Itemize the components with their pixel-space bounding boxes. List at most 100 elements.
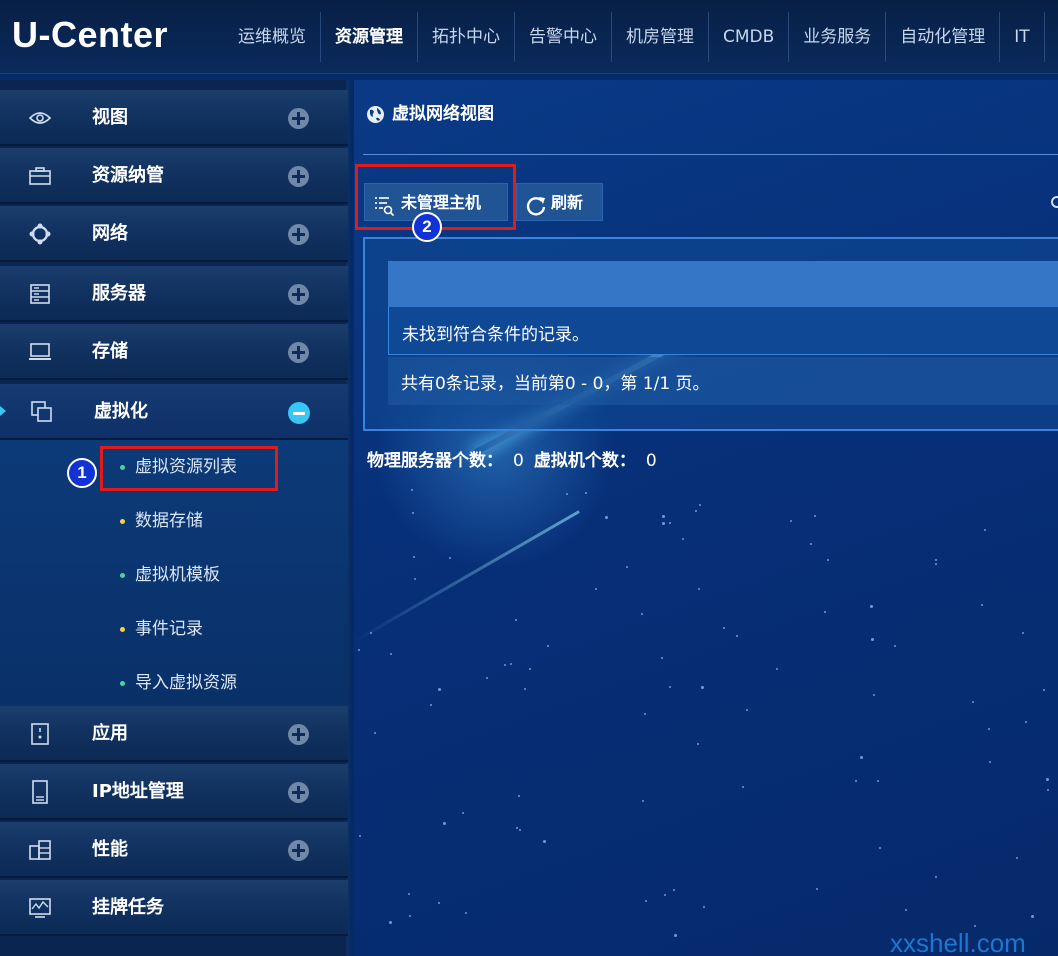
main-nav: 运维概览 资源管理 拓扑中心 告警中心 机房管理 CMDB 业务服务 自动化管理… bbox=[224, 12, 1045, 62]
sidebar-item-server[interactable]: 服务器 bbox=[0, 266, 348, 322]
background-star bbox=[605, 516, 608, 519]
nav-item-resource-management[interactable]: 资源管理 bbox=[321, 12, 418, 62]
plus-icon[interactable] bbox=[288, 108, 309, 129]
background-star bbox=[438, 688, 441, 691]
sidebar-item-resource-onboarding[interactable]: 资源纳管 bbox=[0, 148, 348, 204]
eye-icon bbox=[28, 106, 52, 130]
performance-icon bbox=[28, 838, 52, 862]
submenu-item-label: 数据存储 bbox=[135, 511, 203, 531]
plus-icon[interactable] bbox=[288, 342, 309, 363]
background-star bbox=[873, 694, 875, 696]
plus-icon[interactable] bbox=[288, 840, 309, 861]
background-star bbox=[855, 780, 857, 782]
sidebar-item-label: 挂牌任务 bbox=[92, 897, 164, 918]
sidebar-item-performance[interactable]: 性能 bbox=[0, 822, 348, 878]
plus-icon[interactable] bbox=[288, 166, 309, 187]
sidebar-item-ip-address-management[interactable]: IP地址管理 bbox=[0, 764, 348, 820]
background-star bbox=[413, 556, 415, 558]
background-star bbox=[742, 786, 744, 788]
background-light-streak bbox=[354, 510, 580, 643]
background-star bbox=[529, 668, 531, 670]
background-star bbox=[746, 709, 748, 711]
step-badge-1: 1 bbox=[67, 458, 97, 488]
sidebar-item-virtualization[interactable]: 虚拟化 bbox=[0, 384, 348, 440]
background-star bbox=[1046, 778, 1049, 781]
background-star bbox=[642, 800, 644, 802]
app-logo: U-Center bbox=[12, 14, 169, 55]
sidebar-item-label: 存储 bbox=[92, 341, 128, 362]
background-star bbox=[524, 688, 526, 690]
table-empty-row: 未找到符合条件的记录。 bbox=[388, 307, 1058, 355]
background-star bbox=[430, 704, 432, 706]
pagination-text: 共有0条记录，当前第0 - 0，第 1/1 页。 bbox=[401, 374, 710, 394]
background-star bbox=[438, 902, 440, 904]
background-star bbox=[981, 604, 983, 606]
background-star bbox=[519, 829, 521, 831]
nav-item-ops-overview[interactable]: 运维概览 bbox=[224, 12, 321, 62]
nav-item-topology-center[interactable]: 拓扑中心 bbox=[418, 12, 515, 62]
watermark: xxshell.com bbox=[890, 928, 1026, 956]
background-star bbox=[1043, 689, 1045, 691]
background-star bbox=[827, 559, 829, 561]
background-star bbox=[703, 906, 705, 908]
nav-item-cmdb[interactable]: CMDB bbox=[709, 12, 790, 62]
nav-item-business-services[interactable]: 业务服务 bbox=[789, 12, 887, 62]
background-star bbox=[409, 915, 411, 917]
background-star bbox=[462, 812, 464, 814]
background-star bbox=[877, 780, 879, 782]
background-star bbox=[972, 701, 974, 703]
sidebar-item-listing-task[interactable]: 挂牌任务 bbox=[0, 880, 348, 936]
nav-item-alarm-center[interactable]: 告警中心 bbox=[515, 12, 612, 62]
refresh-button[interactable]: 刷新 bbox=[516, 183, 603, 221]
briefcase-icon bbox=[28, 164, 52, 188]
ip-device-icon bbox=[28, 780, 52, 804]
background-star bbox=[814, 515, 816, 517]
submenu-item-label: 虚拟机模板 bbox=[135, 565, 220, 585]
step-badge-2: 2 bbox=[412, 212, 442, 242]
bullet-dot-icon bbox=[120, 519, 125, 524]
network-icon bbox=[28, 222, 52, 246]
background-star bbox=[518, 795, 520, 797]
sidebar-item-application[interactable]: 应用 bbox=[0, 706, 348, 762]
nav-item-it[interactable]: IT bbox=[1000, 12, 1045, 62]
plus-icon[interactable] bbox=[288, 782, 309, 803]
pagination-info: 共有0条记录，当前第0 - 0，第 1/1 页。 bbox=[388, 357, 1058, 405]
virtualization-icon bbox=[30, 400, 54, 424]
button-label: 刷新 bbox=[551, 193, 584, 212]
background-star bbox=[701, 686, 704, 689]
refresh-icon bbox=[525, 193, 547, 216]
background-star bbox=[644, 713, 646, 715]
plus-icon[interactable] bbox=[288, 224, 309, 245]
plus-icon[interactable] bbox=[288, 284, 309, 305]
active-arrow-icon bbox=[0, 406, 6, 416]
background-star bbox=[543, 840, 546, 843]
background-star bbox=[411, 489, 413, 491]
sidebar-item-view[interactable]: 视图 bbox=[0, 90, 348, 146]
background-star bbox=[697, 743, 699, 745]
background-star bbox=[699, 504, 701, 506]
background-star bbox=[1016, 857, 1018, 859]
search-icon[interactable] bbox=[1051, 196, 1058, 208]
background-star bbox=[585, 492, 587, 494]
sidebar-item-label: 服务器 bbox=[92, 283, 146, 304]
background-star bbox=[595, 588, 597, 590]
background-star bbox=[1047, 789, 1049, 791]
background-star bbox=[645, 900, 647, 902]
background-star bbox=[662, 522, 665, 525]
nav-item-automation-management[interactable]: 自动化管理 bbox=[886, 12, 1001, 62]
background-star bbox=[871, 638, 874, 641]
submenu-item-label: 事件记录 bbox=[135, 619, 203, 639]
vm-count-label: 虚拟机个数： bbox=[533, 451, 636, 471]
background-star bbox=[390, 653, 392, 655]
plus-icon[interactable] bbox=[288, 724, 309, 745]
nav-item-datacenter-management[interactable]: 机房管理 bbox=[612, 12, 709, 62]
background-star bbox=[695, 510, 697, 512]
background-star bbox=[860, 756, 863, 759]
bullet-dot-icon bbox=[120, 627, 125, 632]
sidebar-item-network[interactable]: 网络 bbox=[0, 206, 348, 262]
background-star bbox=[698, 588, 700, 590]
minus-icon[interactable] bbox=[288, 402, 310, 424]
background-star bbox=[374, 732, 376, 734]
background-star bbox=[984, 529, 986, 531]
sidebar-item-storage[interactable]: 存储 bbox=[0, 324, 348, 380]
